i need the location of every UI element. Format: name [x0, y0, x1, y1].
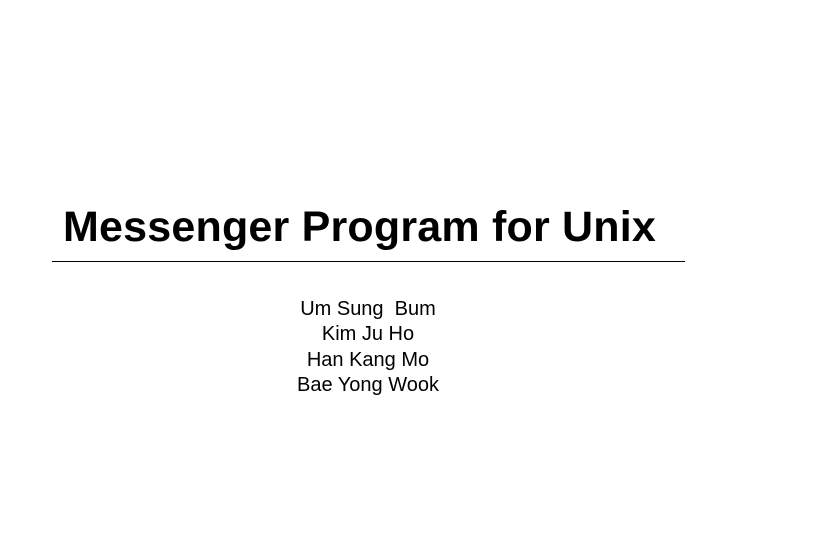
title-slide: Messenger Program for Unix Um Sung Bum K…: [0, 0, 840, 545]
author-name: Han Kang Mo: [306, 348, 430, 371]
author-name: Kim Ju Ho: [321, 323, 415, 346]
author-list: Um Sung Bum Kim Ju Ho Han Kang Mo Bae Yo…: [218, 297, 518, 398]
author-name: Um Sung Bum: [300, 298, 436, 320]
title-underline-divider: [52, 261, 685, 262]
slide-title: Messenger Program for Unix: [63, 203, 657, 251]
author-name: Bae Yong Wook: [297, 373, 439, 396]
